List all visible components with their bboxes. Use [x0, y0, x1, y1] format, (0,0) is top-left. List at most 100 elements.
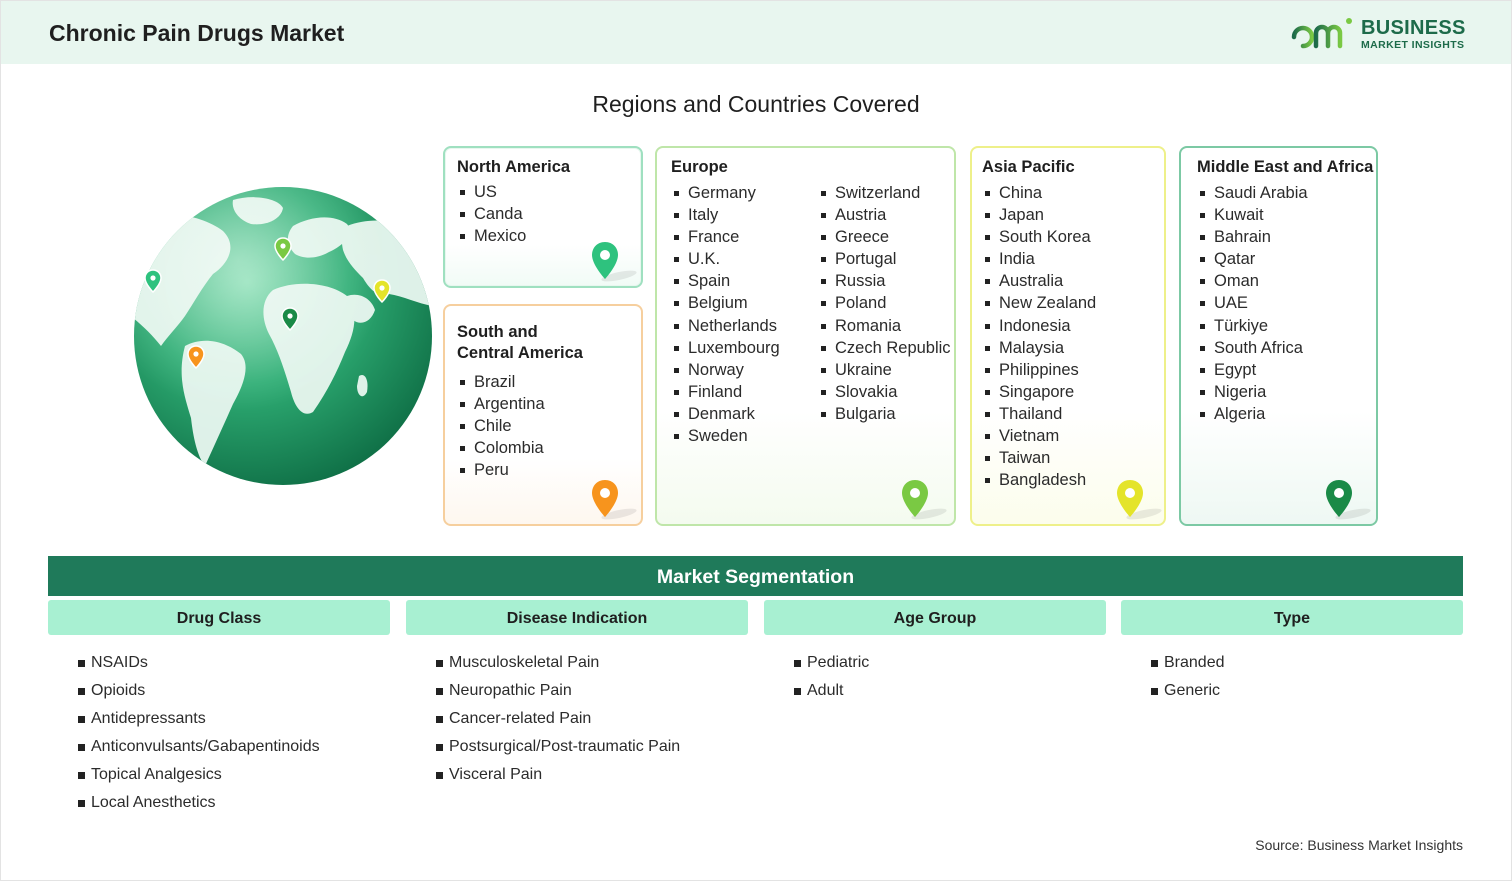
bmi-logo-icon: [1291, 15, 1352, 49]
segment-column-type: Type Branded Generic: [1121, 600, 1463, 707]
country-item: Chile: [457, 415, 545, 437]
country-item: Greece: [818, 226, 951, 248]
country-item: Oman: [1197, 270, 1308, 292]
country-item: Peru: [457, 459, 545, 481]
logo-text-business: BUSINESS: [1361, 17, 1466, 39]
logo-text-market-insights: MARKET INSIGHTS: [1361, 39, 1465, 51]
segment-item: NSAIDs: [78, 651, 390, 679]
map-pin-icon: [1326, 480, 1371, 520]
country-item: Colombia: [457, 437, 545, 459]
country-list-middle-east-africa: Saudi Arabia Kuwait Bahrain Qatar Oman U…: [1197, 182, 1308, 425]
region-card-middle-east-africa: Middle East and Africa Saudi Arabia Kuwa…: [1179, 146, 1378, 526]
country-item: US: [457, 181, 526, 203]
segment-item: Pediatric: [794, 651, 1106, 679]
country-item: Saudi Arabia: [1197, 182, 1308, 204]
country-item: Russia: [818, 270, 951, 292]
country-item: Canda: [457, 203, 526, 225]
segment-item: Generic: [1151, 679, 1463, 707]
country-list-europe-col2: Switzerland Austria Greece Portugal Russ…: [818, 182, 951, 425]
segment-list: Pediatric Adult: [764, 651, 1106, 707]
country-item: UAE: [1197, 292, 1308, 314]
segment-item: Adult: [794, 679, 1106, 707]
segment-list: NSAIDs Opioids Antidepressants Anticonvu…: [48, 651, 390, 819]
country-item: China: [982, 182, 1096, 204]
country-item: Australia: [982, 270, 1096, 292]
segment-heading: Age Group: [764, 600, 1106, 635]
country-item: Algeria: [1197, 403, 1308, 425]
country-list-north-america: US Canda Mexico: [457, 181, 526, 247]
country-item: Türkiye: [1197, 315, 1308, 337]
country-list-europe-col1: Germany Italy France U.K. Spain Belgium …: [671, 182, 780, 447]
country-item: Brazil: [457, 371, 545, 393]
region-title-line: Central America: [457, 344, 583, 362]
segment-heading: Drug Class: [48, 600, 390, 635]
country-item: Denmark: [671, 403, 780, 425]
region-title-south-central-america: South and Central America: [457, 322, 583, 364]
page-title: Chronic Pain Drugs Market: [49, 20, 345, 46]
segment-item: Local Anesthetics: [78, 791, 390, 819]
country-item: Argentina: [457, 393, 545, 415]
country-item: Germany: [671, 182, 780, 204]
country-item: Sweden: [671, 425, 780, 447]
country-item: New Zealand: [982, 292, 1096, 314]
globe-illustration: [134, 187, 432, 485]
country-item: Bangladesh: [982, 469, 1096, 491]
country-item: Japan: [982, 204, 1096, 226]
regions-title: Regions and Countries Covered: [592, 91, 920, 117]
country-item: Netherlands: [671, 315, 780, 337]
region-title-asia-pacific: Asia Pacific: [982, 158, 1075, 176]
source-note: Source: Business Market Insights: [1255, 837, 1463, 853]
segment-column-age-group: Age Group Pediatric Adult: [764, 600, 1106, 707]
country-item: Poland: [818, 292, 951, 314]
country-item: Czech Republic: [818, 337, 951, 359]
map-pin-icon: [902, 480, 947, 520]
region-title-middle-east-africa: Middle East and Africa: [1197, 158, 1374, 176]
country-item: Romania: [818, 315, 951, 337]
segment-list: Branded Generic: [1121, 651, 1463, 707]
country-item: Egypt: [1197, 359, 1308, 381]
company-logo: BUSINESS MARKET INSIGHTS: [1291, 15, 1471, 55]
country-item: Malaysia: [982, 337, 1096, 359]
region-card-south-central-america: South and Central America Brazil Argenti…: [443, 304, 643, 526]
country-item: U.K.: [671, 248, 780, 270]
country-item: Bahrain: [1197, 226, 1308, 248]
country-item: Indonesia: [982, 315, 1096, 337]
region-title-line: South and: [457, 323, 538, 341]
segment-item: Branded: [1151, 651, 1463, 679]
country-item: Belgium: [671, 292, 780, 314]
segment-item: Visceral Pain: [436, 763, 748, 791]
country-item: South Africa: [1197, 337, 1308, 359]
region-card-asia-pacific: Asia Pacific China Japan South Korea Ind…: [970, 146, 1166, 526]
country-item: France: [671, 226, 780, 248]
country-item: Slovakia: [818, 381, 951, 403]
segmentation-banner: Market Segmentation: [48, 556, 1463, 596]
country-item: Nigeria: [1197, 381, 1308, 403]
country-item: Finland: [671, 381, 780, 403]
segment-column-disease-indication: Disease Indication Musculoskeletal Pain …: [406, 600, 748, 791]
country-item: Switzerland: [818, 182, 951, 204]
country-item: Italy: [671, 204, 780, 226]
country-item: Singapore: [982, 381, 1096, 403]
country-item: Austria: [818, 204, 951, 226]
segment-list: Musculoskeletal Pain Neuropathic Pain Ca…: [406, 651, 748, 791]
country-item: Taiwan: [982, 447, 1096, 469]
segment-item: Opioids: [78, 679, 390, 707]
segment-item: Postsurgical/Post-traumatic Pain: [436, 735, 748, 763]
segment-item: Neuropathic Pain: [436, 679, 748, 707]
segment-item: Anticonvulsants/Gabapentinoids: [78, 735, 390, 763]
segment-heading: Disease Indication: [406, 600, 748, 635]
country-item: India: [982, 248, 1096, 270]
country-list-asia-pacific: China Japan South Korea India Australia …: [982, 182, 1096, 491]
country-list-south-central-america: Brazil Argentina Chile Colombia Peru: [457, 371, 545, 481]
country-item: South Korea: [982, 226, 1096, 248]
region-title-north-america: North America: [457, 158, 571, 176]
country-item: Spain: [671, 270, 780, 292]
country-item: Norway: [671, 359, 780, 381]
country-item: Ukraine: [818, 359, 951, 381]
country-item: Philippines: [982, 359, 1096, 381]
map-pin-icon: [592, 480, 637, 520]
header-bar: Chronic Pain Drugs Market BUSINESS MARKE…: [1, 1, 1511, 64]
country-item: Thailand: [982, 403, 1096, 425]
country-item: Bulgaria: [818, 403, 951, 425]
country-item: Mexico: [457, 225, 526, 247]
